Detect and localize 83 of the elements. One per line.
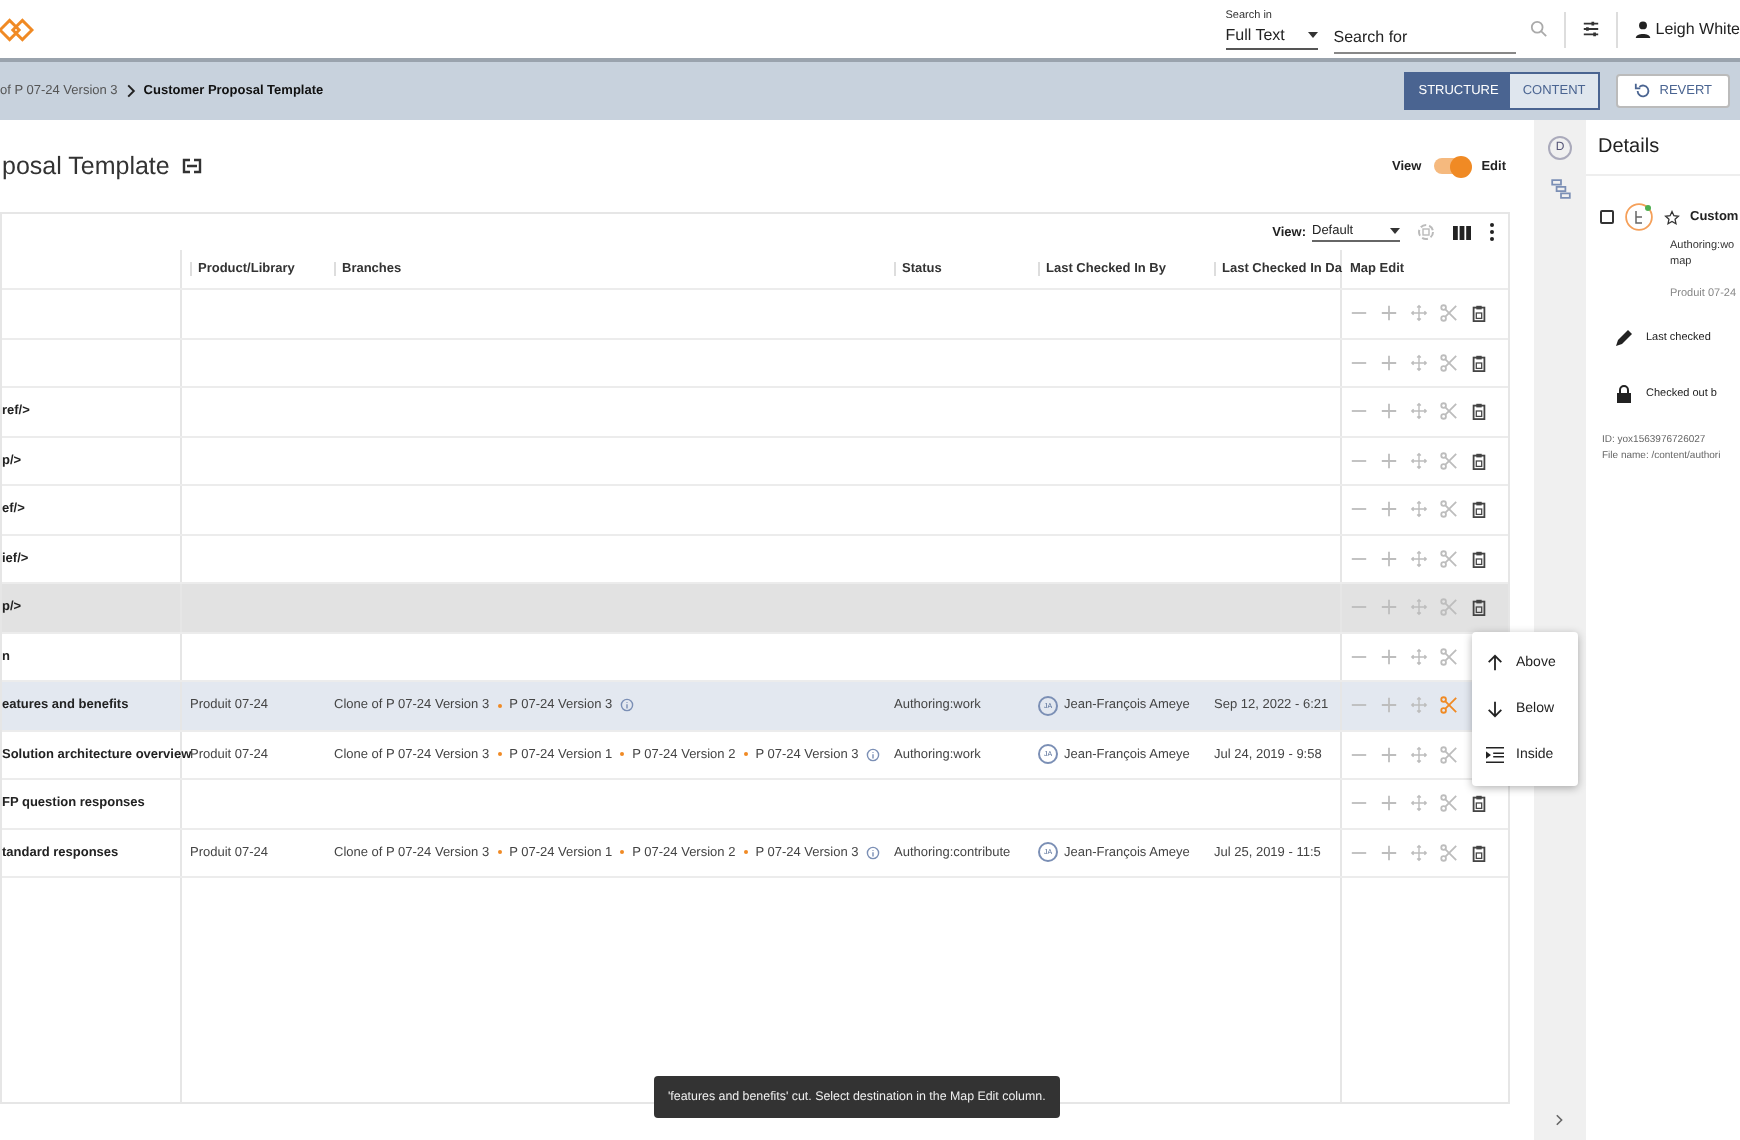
scissors-icon[interactable]	[1440, 745, 1458, 764]
move-icon[interactable]	[1410, 549, 1428, 568]
chevron-right-icon	[123, 84, 138, 98]
arrow-down-icon	[1486, 700, 1504, 718]
move-icon[interactable]	[1410, 745, 1428, 764]
move-icon[interactable]	[1410, 500, 1428, 519]
chevron-right-icon[interactable]	[1552, 1112, 1568, 1128]
move-icon[interactable]	[1410, 843, 1428, 862]
hierarchy-icon[interactable]	[1549, 178, 1571, 200]
plus-icon[interactable]	[1380, 696, 1398, 715]
info-icon[interactable]	[620, 698, 635, 713]
separator-dot	[620, 752, 625, 757]
move-icon[interactable]	[1410, 696, 1428, 715]
scissors-icon[interactable]	[1440, 353, 1458, 372]
map-node-icon	[1624, 202, 1654, 232]
scissors-icon[interactable]	[1440, 794, 1458, 813]
move-icon[interactable]	[1410, 304, 1428, 323]
move-icon[interactable]	[1410, 647, 1428, 666]
caret-icon	[1307, 31, 1318, 37]
separator-dot	[743, 850, 748, 855]
separator-dot	[497, 703, 502, 708]
refresh-icon[interactable]	[1416, 222, 1436, 242]
move-icon[interactable]	[1410, 451, 1428, 470]
plus-icon[interactable]	[1380, 500, 1398, 519]
scissors-icon[interactable]	[1440, 843, 1458, 862]
view-edit-toggle[interactable]	[1431, 155, 1472, 177]
star-icon[interactable]	[1664, 209, 1680, 225]
info-icon[interactable]	[866, 845, 881, 860]
move-icon[interactable]	[1410, 794, 1428, 813]
plus-icon[interactable]	[1380, 304, 1398, 323]
separator-dot	[497, 752, 502, 757]
separator-dot	[620, 850, 625, 855]
clipboard-icon[interactable]	[1470, 794, 1488, 813]
scissors-icon[interactable]	[1440, 549, 1458, 568]
clipboard-icon[interactable]	[1470, 843, 1488, 862]
plus-icon[interactable]	[1380, 843, 1398, 862]
map-structure-icon	[181, 156, 202, 176]
caret-icon	[1390, 227, 1400, 233]
scissors-icon[interactable]	[1440, 402, 1458, 421]
move-icon[interactable]	[1410, 402, 1428, 421]
scissors-icon[interactable]	[1440, 500, 1458, 519]
columns-icon[interactable]	[1452, 223, 1472, 241]
clipboard-icon[interactable]	[1470, 353, 1488, 372]
info-icon[interactable]	[866, 747, 881, 762]
scissors-icon[interactable]	[1440, 451, 1458, 470]
clipboard-icon[interactable]	[1470, 549, 1488, 568]
filter-settings-icon[interactable]	[1581, 20, 1600, 38]
move-icon[interactable]	[1410, 353, 1428, 372]
scissors-icon[interactable]	[1440, 304, 1458, 323]
clipboard-icon[interactable]	[1470, 304, 1488, 323]
search-field[interactable]: Search for	[1333, 21, 1516, 53]
plus-icon[interactable]	[1380, 549, 1398, 568]
page-title: posal Template	[2, 152, 170, 180]
indent-icon	[1486, 746, 1504, 764]
lock-icon	[1614, 384, 1634, 404]
user-icon	[1633, 20, 1652, 38]
clipboard-icon[interactable]	[1470, 402, 1488, 421]
scissors-icon[interactable]	[1440, 647, 1458, 666]
logo-icon	[0, 13, 40, 45]
clipboard-icon[interactable]	[1470, 598, 1488, 617]
plus-icon[interactable]	[1380, 794, 1398, 813]
plus-icon[interactable]	[1380, 745, 1398, 764]
search-scope-dropdown[interactable]: Full Text	[1225, 21, 1318, 49]
arrow-up-icon	[1486, 654, 1504, 672]
scissors-icon[interactable]	[1440, 696, 1458, 715]
user-name[interactable]: Leigh White	[1655, 20, 1740, 38]
pencil-icon	[1614, 328, 1634, 348]
checkbox[interactable]	[1600, 210, 1614, 224]
clipboard-icon[interactable]	[1470, 500, 1488, 519]
clipboard-icon[interactable]	[1470, 451, 1488, 470]
separator-dot	[743, 752, 748, 757]
details-title: Details	[1586, 120, 1740, 176]
more-options-icon[interactable]	[1488, 222, 1496, 242]
plus-icon[interactable]	[1380, 402, 1398, 421]
plus-icon[interactable]	[1380, 598, 1398, 617]
plus-icon[interactable]	[1380, 647, 1398, 666]
plus-icon[interactable]	[1380, 451, 1398, 470]
scissors-icon[interactable]	[1440, 598, 1458, 617]
separator-dot	[497, 850, 502, 855]
revert-icon	[1633, 82, 1652, 100]
move-icon[interactable]	[1410, 598, 1428, 617]
plus-icon[interactable]	[1380, 353, 1398, 372]
search-icon[interactable]	[1529, 20, 1548, 38]
